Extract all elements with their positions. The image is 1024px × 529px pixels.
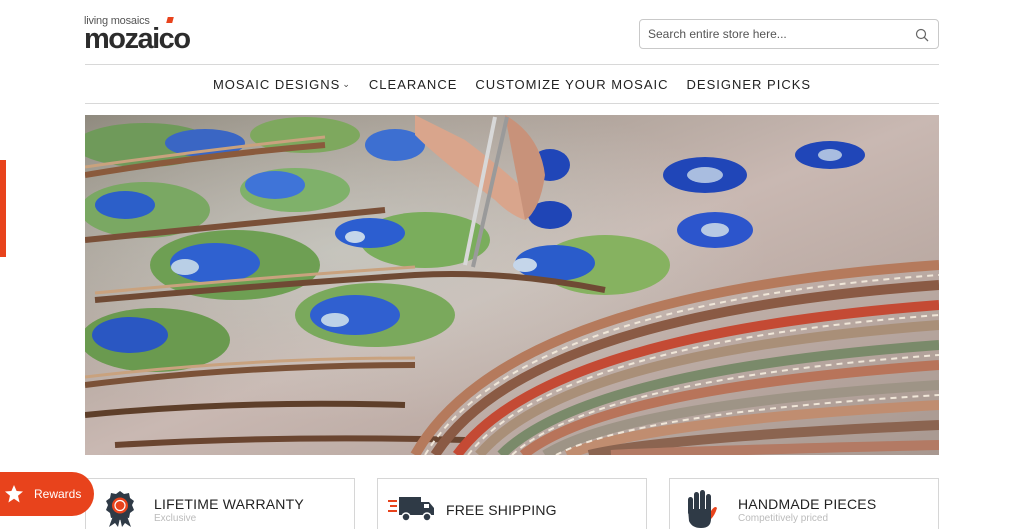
star-icon	[5, 485, 23, 503]
nav-item-designer-picks[interactable]: DESIGNER PICKS	[678, 77, 821, 92]
site-header: living mosaics mozaico	[0, 0, 1024, 64]
nav-item-clearance[interactable]: CLEARANCE	[360, 77, 466, 92]
feature-free-shipping: FREE SHIPPING	[377, 478, 647, 529]
warranty-badge-icon	[106, 491, 134, 527]
side-feedback-tab[interactable]	[0, 160, 6, 257]
feature-title: LIFETIME WARRANTY	[154, 496, 304, 512]
chevron-down-icon: ⌄	[342, 78, 351, 89]
nav-item-label: DESIGNER PICKS	[686, 76, 812, 92]
nav-item-label: CLEARANCE	[368, 76, 458, 92]
main-navigation: MOSAIC DESIGNS ⌄ CLEARANCE CUSTOMIZE YOU…	[85, 64, 939, 104]
search-input[interactable]	[648, 25, 903, 43]
hand-icon	[688, 490, 717, 528]
feature-title: FREE SHIPPING	[446, 502, 557, 518]
nav-item-label: MOSAIC DESIGNS	[212, 76, 341, 92]
rewards-button[interactable]: Rewards	[0, 472, 94, 516]
nav-item-mosaic-designs[interactable]: MOSAIC DESIGNS ⌄	[204, 77, 360, 92]
feature-lifetime-warranty: LIFETIME WARRANTY Exclusive	[85, 478, 355, 529]
brand-logo[interactable]: living mosaics mozaico	[84, 14, 214, 54]
feature-subtitle: Exclusive	[154, 513, 197, 524]
feature-title: HANDMADE PIECES	[738, 496, 877, 512]
nav-item-label: CUSTOMIZE YOUR MOSAIC	[475, 76, 669, 92]
feature-handmade-pieces: HANDMADE PIECES Competitively priced	[669, 478, 939, 529]
mosaic-artwork-illustration	[85, 115, 939, 455]
hero-banner-image	[85, 115, 939, 455]
nav-item-customize-your-mosaic[interactable]: CUSTOMIZE YOUR MOSAIC	[466, 77, 677, 92]
search-icon[interactable]	[915, 28, 929, 42]
feature-subtitle: Competitively priced	[738, 513, 829, 524]
search-box	[639, 19, 939, 49]
rewards-label: Rewards	[34, 487, 82, 501]
feature-highlights: LIFETIME WARRANTY Exclusive FREE SHIPPIN…	[85, 478, 939, 529]
brand-name: mozaico	[84, 23, 191, 55]
delivery-truck-icon	[388, 497, 434, 522]
